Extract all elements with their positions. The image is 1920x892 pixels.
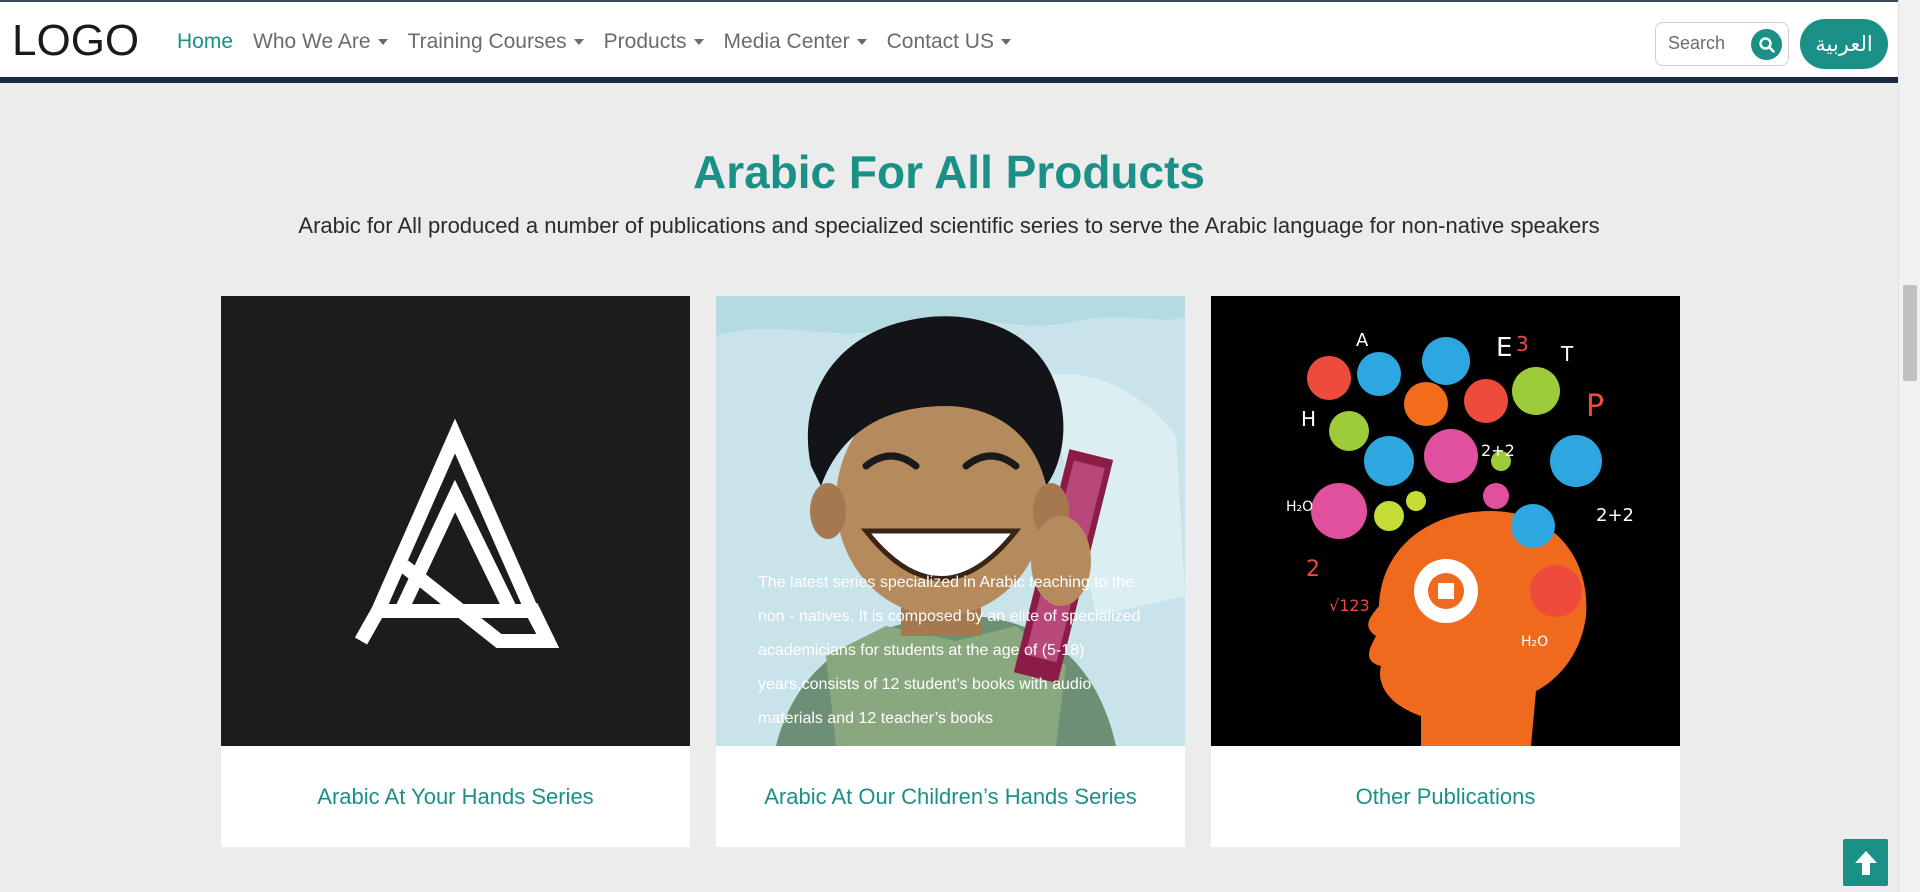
product-card[interactable]: E 3 T P A H 2+2 2+2 2 √123 H₂O H₂O Other…	[1211, 296, 1680, 847]
nav-item-home[interactable]: Home	[177, 30, 233, 54]
svg-text:P: P	[1586, 389, 1604, 424]
site-logo[interactable]: LOGO	[12, 16, 139, 66]
search-input[interactable]	[1668, 33, 1748, 54]
search-button[interactable]	[1751, 29, 1782, 60]
page-title: Arabic For All Products	[692, 146, 1206, 198]
head-with-icons-illustration: E 3 T P A H 2+2 2+2 2 √123 H₂O H₂O	[1211, 296, 1680, 746]
nav-item-who-we-are[interactable]: Who We Are	[253, 30, 388, 54]
nav-item-label: Products	[603, 30, 687, 53]
svg-text:T: T	[1560, 342, 1574, 366]
svg-text:E: E	[1496, 333, 1512, 363]
main-nav: Home Who We Are Training Courses Product…	[177, 30, 1031, 54]
nav-item-contact-us[interactable]: Contact US	[887, 30, 1011, 54]
nav-item-label: Media Center	[723, 30, 850, 53]
svg-text:3: 3	[1516, 332, 1529, 356]
back-to-top-button[interactable]	[1843, 839, 1888, 886]
svg-text:H: H	[1301, 407, 1316, 431]
page-subtitle: Arabic for All produced a number of publ…	[298, 213, 1600, 238]
caret-down-icon	[573, 39, 584, 45]
product-card-title[interactable]: Arabic At Your Hands Series	[221, 746, 690, 847]
caret-down-icon	[856, 39, 867, 45]
search-box	[1655, 22, 1789, 66]
nav-item-media-center[interactable]: Media Center	[724, 30, 867, 54]
svg-text:2: 2	[1306, 557, 1320, 582]
product-card-title[interactable]: Arabic At Our Children’s Hands Series	[716, 746, 1185, 847]
caret-down-icon	[693, 39, 704, 45]
nav-item-label: Training Courses	[407, 30, 567, 53]
nav-item-training-courses[interactable]: Training Courses	[408, 30, 584, 54]
svg-text:H₂O: H₂O	[1286, 499, 1313, 515]
caret-down-icon	[377, 39, 388, 45]
product-card-image: The latest series specialized in Arabic …	[716, 296, 1185, 746]
nav-item-label: Contact US	[886, 30, 994, 53]
nav-item-label: Home	[177, 30, 234, 53]
svg-text:A: A	[1356, 330, 1369, 351]
language-switch-button[interactable]: العربية	[1800, 19, 1888, 69]
product-card-image	[221, 296, 690, 746]
arrow-up-icon	[1854, 850, 1877, 875]
search-icon	[1758, 36, 1775, 53]
svg-text:2+2: 2+2	[1596, 505, 1634, 526]
product-card-description: The latest series specialized in Arabic …	[758, 574, 1141, 727]
nav-item-label: Who We Are	[253, 30, 371, 53]
product-card-image: E 3 T P A H 2+2 2+2 2 √123 H₂O H₂O	[1211, 296, 1680, 746]
product-card[interactable]: The latest series specialized in Arabic …	[716, 296, 1185, 847]
svg-text:√123: √123	[1329, 596, 1370, 615]
site-header: LOGO Home Who We Are Training Courses Pr…	[0, 2, 1898, 83]
scrollbar-thumb[interactable]	[1903, 285, 1917, 381]
svg-text:2+2: 2+2	[1481, 441, 1515, 460]
triangle-a-logo	[354, 418, 560, 648]
caret-down-icon	[1000, 39, 1011, 45]
product-card[interactable]: Arabic At Your Hands Series	[221, 296, 690, 847]
product-card-title[interactable]: Other Publications	[1211, 746, 1680, 847]
page-scrollbar[interactable]	[1898, 0, 1920, 892]
nav-item-products[interactable]: Products	[604, 30, 704, 54]
svg-text:H₂O: H₂O	[1521, 634, 1548, 650]
